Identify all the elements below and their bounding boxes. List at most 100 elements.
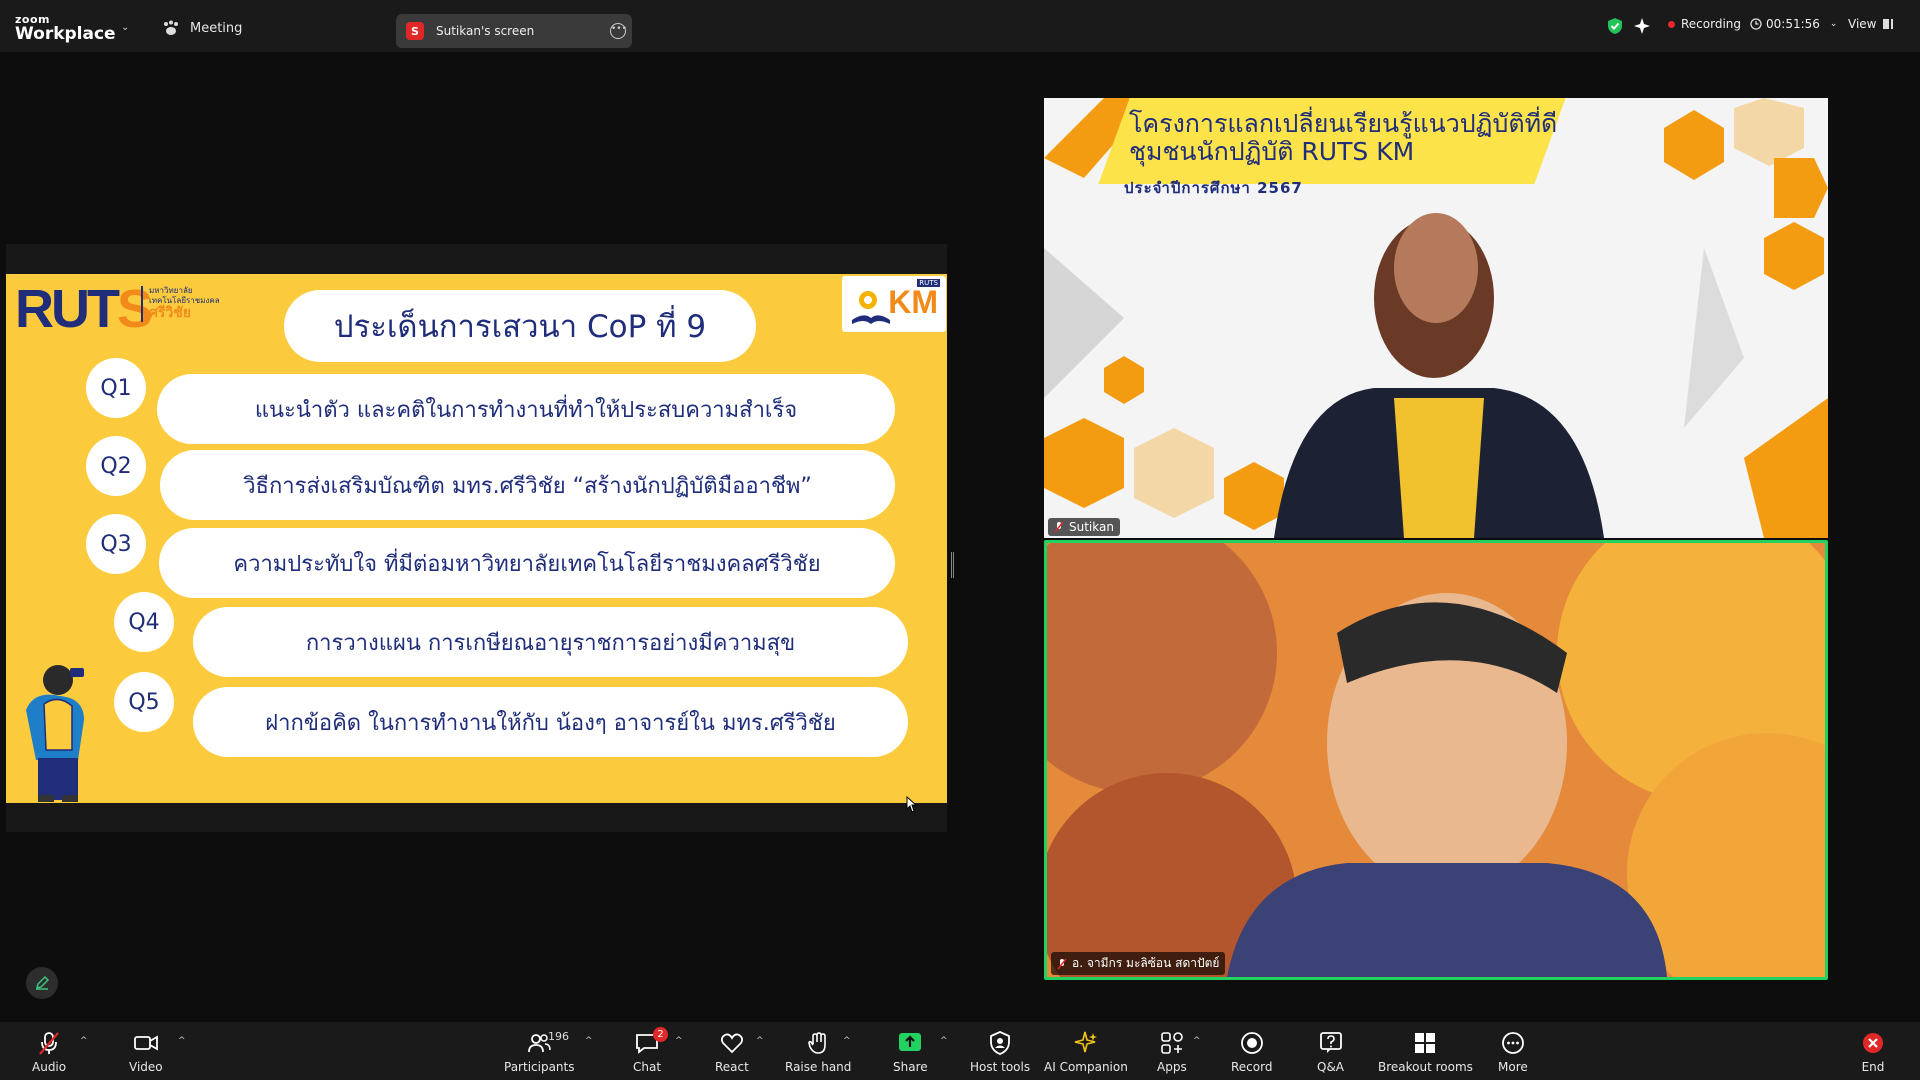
participants-label: Participants	[504, 1060, 575, 1074]
question-text: แนะนำตัว และคติในการทำงานที่ทำให้ประสบคว…	[157, 374, 895, 444]
mic-muted-icon	[1057, 958, 1067, 969]
video-tile-active-speaker[interactable]: อ. จามีกร มะลิซ้อน สดาปัตย์	[1044, 540, 1828, 980]
participants-button[interactable]: 196 Participants	[504, 1030, 575, 1074]
participant-name-tag: Sutikan	[1048, 518, 1120, 536]
share-caret-icon[interactable]: ^	[940, 1036, 948, 1046]
breakout-rooms-button[interactable]: Breakout rooms	[1378, 1030, 1473, 1074]
record-label: Record	[1231, 1060, 1273, 1074]
participant-video	[1047, 543, 1825, 977]
participants-caret-icon[interactable]: ^	[585, 1036, 593, 1046]
audio-button[interactable]: Audio	[32, 1030, 66, 1074]
clock-icon	[1750, 18, 1762, 30]
record-button[interactable]: Record	[1231, 1030, 1272, 1074]
question-text: ความประทับใจ ที่มีต่อมหาวิทยาลัยเทคโนโลย…	[159, 528, 895, 598]
participant-name-tag: อ. จามีกร มะลิซ้อน สดาปัตย์	[1051, 952, 1226, 975]
sharer-avatar: S	[406, 22, 424, 40]
annotate-button[interactable]	[26, 967, 58, 999]
pencil-icon	[35, 975, 50, 990]
end-label: End	[1861, 1060, 1885, 1074]
chat-button[interactable]: 2 Chat	[633, 1027, 668, 1074]
mic-muted-icon	[39, 1032, 59, 1055]
participant-video	[1274, 213, 1604, 538]
mouse-cursor-icon	[906, 796, 918, 813]
recording-label: Recording	[1681, 17, 1742, 31]
paw-icon	[164, 20, 178, 35]
zoom-workplace-logo[interactable]: zoom Workplace	[15, 14, 116, 43]
chat-label: Chat	[633, 1060, 662, 1074]
more-button[interactable]: More	[1498, 1030, 1528, 1074]
video-label: Video	[129, 1060, 163, 1074]
question-text: ฝากข้อคิด ในการทำงานให้กับ น้องๆ อาจารย์…	[193, 687, 908, 757]
security-shield-icon[interactable]	[1606, 17, 1624, 35]
camera-icon	[133, 1035, 158, 1051]
mic-muted-icon	[1054, 521, 1064, 533]
question-text: การวางแผน การเกษียณอายุราชการอย่างมีความ…	[193, 607, 908, 677]
qa-label: Q&A	[1317, 1060, 1345, 1074]
share-label: Share	[893, 1060, 928, 1074]
top-bar: zoom Workplace ⌄ Meeting S Sutikan's scr…	[0, 0, 1920, 52]
breakout-rooms-icon	[1415, 1033, 1436, 1053]
question-number: Q1	[86, 358, 146, 418]
more-options-icon[interactable]: •••	[610, 23, 627, 39]
recording-indicator[interactable]: Recording	[1668, 17, 1741, 31]
chat-unread-badge: 2	[653, 1027, 668, 1042]
apps-button[interactable]: Apps	[1157, 1030, 1187, 1074]
apps-caret-icon[interactable]: ^	[1193, 1036, 1201, 1046]
question-number: Q4	[114, 592, 174, 652]
end-button[interactable]: End	[1860, 1030, 1886, 1074]
presentation-slide: RUTS มหาวิทยาลัย เทคโนโลยีราชมงคล ศรีวิช…	[6, 274, 947, 803]
view-label: View	[1848, 17, 1877, 31]
meeting-label: Meeting	[190, 20, 243, 36]
qa-icon	[1319, 1032, 1342, 1053]
record-icon	[1240, 1032, 1263, 1054]
shield-icon	[990, 1031, 1010, 1055]
ruts-km-logo: RUTS KM	[842, 276, 946, 332]
ai-companion-button[interactable]: AI Companion	[1044, 1030, 1128, 1074]
ruts-logo: RUTS	[15, 279, 153, 339]
layout-icon	[1883, 19, 1894, 29]
panel-resize-handle[interactable]	[951, 552, 954, 578]
participants-count: 196	[548, 1030, 569, 1043]
view-button[interactable]: View	[1848, 17, 1894, 31]
question-number: Q2	[86, 436, 146, 496]
raise-hand-button[interactable]: Raise hand	[785, 1030, 851, 1074]
share-button[interactable]: Share	[893, 1030, 928, 1074]
chat-caret-icon[interactable]: ^	[675, 1036, 683, 1046]
meeting-toolbar: Audio ^ Video ^ 196 Participants ^ 2 Cha…	[0, 1022, 1920, 1080]
qa-button[interactable]: Q&A	[1317, 1030, 1344, 1074]
host-tools-button[interactable]: Host tools	[970, 1030, 1030, 1074]
university-name: มหาวิทยาลัย เทคโนโลยีราชมงคล ศรีวิชัย	[141, 286, 220, 322]
more-label: More	[1498, 1060, 1528, 1074]
graduate-illustration	[26, 665, 84, 802]
breakout-rooms-label: Breakout rooms	[1378, 1060, 1473, 1074]
share-label: Sutikan's screen	[436, 24, 535, 38]
apps-icon	[1161, 1032, 1183, 1054]
video-caret-icon[interactable]: ^	[178, 1036, 186, 1046]
react-label: React	[715, 1060, 749, 1074]
gear-book-icon	[852, 291, 890, 324]
chevron-down-icon[interactable]: ⌄	[121, 22, 129, 33]
ai-sparkle-icon[interactable]	[1633, 17, 1651, 35]
host-tools-label: Host tools	[970, 1060, 1031, 1074]
chevron-down-icon: ⌄	[1829, 19, 1838, 29]
share-screen-icon	[899, 1033, 922, 1051]
hand-icon	[808, 1032, 827, 1054]
ai-companion-label: AI Companion	[1044, 1060, 1128, 1074]
raise-hand-caret-icon[interactable]: ^	[843, 1036, 851, 1046]
react-button[interactable]: React	[715, 1030, 749, 1074]
brand-big: Workplace	[15, 24, 116, 44]
video-button[interactable]: Video	[129, 1030, 163, 1074]
meeting-menu[interactable]: Meeting	[162, 20, 242, 36]
sparkle-icon	[1074, 1031, 1097, 1053]
meeting-timer[interactable]: 00:51:56 ⌄	[1750, 17, 1837, 31]
audio-caret-icon[interactable]: ^	[80, 1036, 88, 1046]
slide-title: ประเด็นการเสวนา CoP ที่ 9	[284, 290, 756, 362]
video-tile-sutikan[interactable]: โครงการแลกเปลี่ยนเรียนรู้แนวปฏิบัติที่ดี…	[1044, 98, 1828, 538]
apps-label: Apps	[1157, 1060, 1187, 1074]
question-number: Q5	[114, 672, 174, 732]
react-caret-icon[interactable]: ^	[756, 1036, 764, 1046]
shared-screen-indicator[interactable]: S Sutikan's screen •••	[396, 14, 632, 48]
audio-label: Audio	[32, 1060, 67, 1074]
recording-dot-icon	[1668, 20, 1675, 28]
raise-hand-label: Raise hand	[785, 1060, 852, 1074]
